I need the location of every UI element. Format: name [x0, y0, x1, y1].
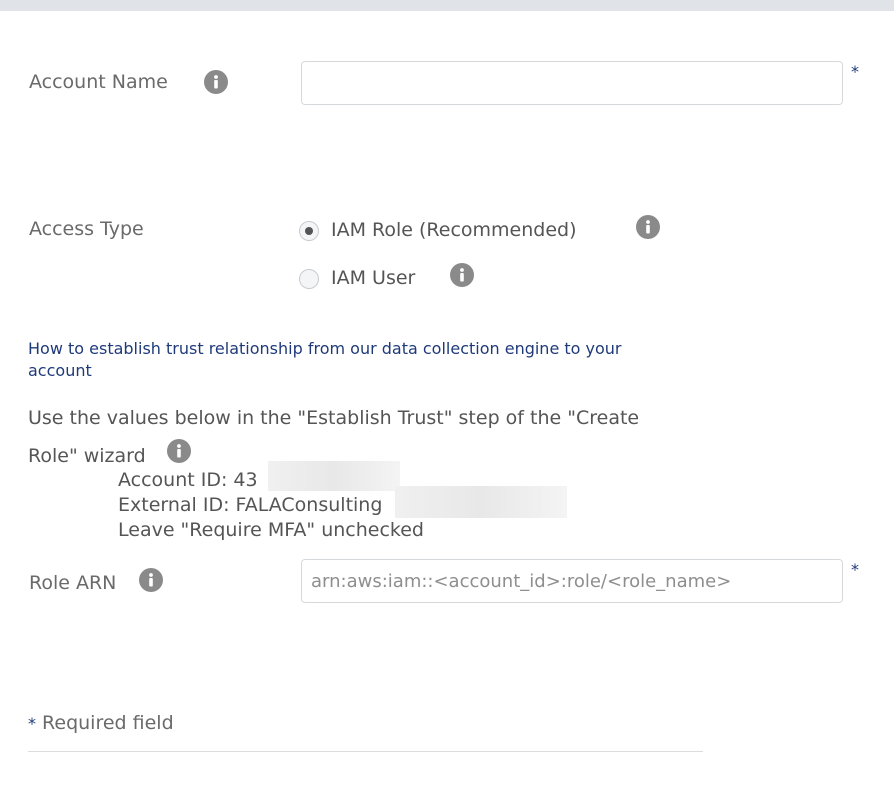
info-icon[interactable] [450, 263, 474, 287]
account-id-text: Account ID: 43 [118, 469, 258, 491]
trust-instructions-text: Use the values below in the "Establish T… [28, 407, 640, 467]
radio-iam-role[interactable] [299, 221, 319, 241]
required-note-text: Required field [42, 712, 174, 734]
redacted-block [395, 486, 567, 518]
info-icon[interactable] [139, 568, 163, 592]
account-name-label: Account Name [29, 71, 168, 93]
iam-user-label[interactable]: IAM User [331, 267, 415, 289]
required-note-star: * [28, 714, 36, 733]
required-star: * [851, 560, 859, 579]
iam-role-label[interactable]: IAM Role (Recommended) [331, 219, 577, 241]
info-icon[interactable] [636, 215, 660, 239]
radio-iam-user[interactable] [299, 269, 319, 289]
account-name-input[interactable] [301, 61, 843, 105]
role-arn-label: Role ARN [29, 572, 117, 594]
mfa-note-text: Leave "Require MFA" unchecked [118, 519, 424, 541]
info-icon[interactable] [204, 70, 228, 94]
top-bar [0, 0, 894, 11]
trust-relationship-link[interactable]: How to establish trust relationship from… [28, 338, 668, 382]
footer-divider [28, 751, 703, 752]
access-type-label: Access Type [29, 218, 144, 240]
info-icon[interactable] [167, 439, 191, 463]
required-star: * [851, 62, 859, 81]
external-id-text: External ID: FALAConsulting [118, 494, 383, 516]
required-field-note: * Required field [28, 712, 174, 734]
redacted-block [268, 461, 400, 491]
role-arn-input[interactable] [301, 559, 843, 603]
